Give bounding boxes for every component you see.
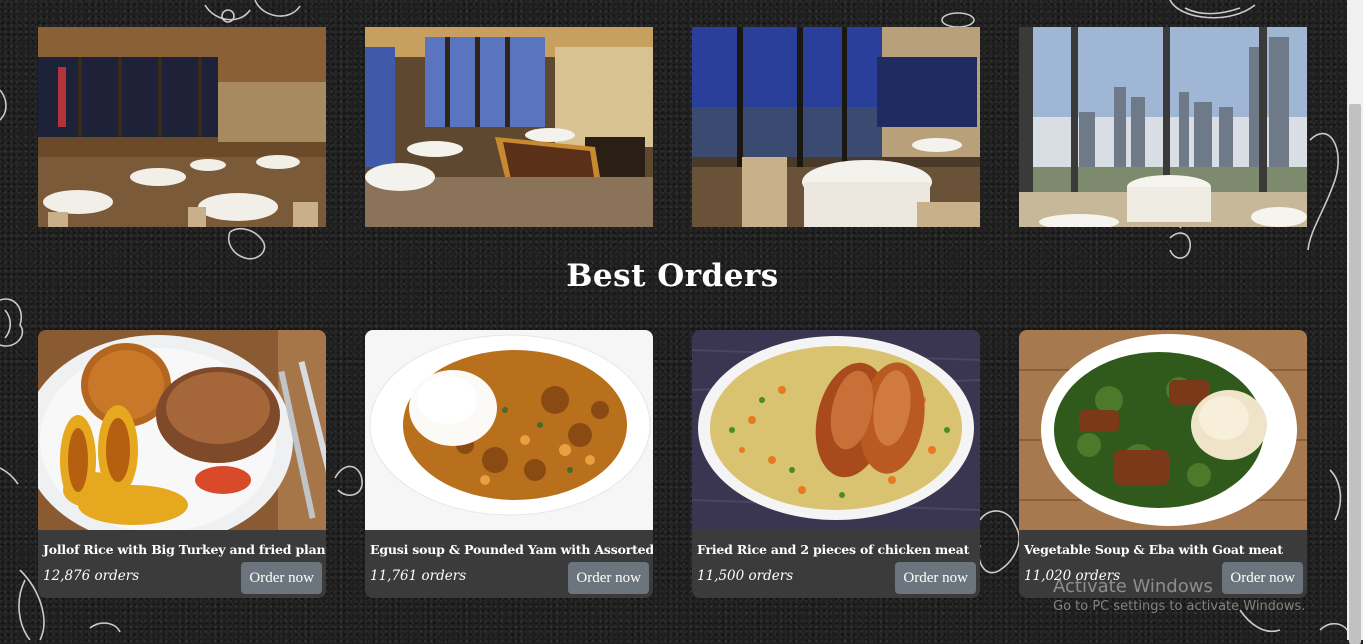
windows-activation-watermark: Activate Windows Go to PC settings to ac… — [1053, 576, 1305, 614]
vegetable-soup-photo — [1019, 330, 1307, 530]
restaurant-interior-image — [365, 27, 653, 227]
fried-rice-photo — [692, 330, 980, 530]
order-count: 11,761 orders — [370, 568, 467, 584]
order-count: 11,500 orders — [697, 568, 794, 584]
watermark-title: Activate Windows — [1053, 576, 1213, 597]
order-card: Egusi soup & Pounded Yam with Assorted 1… — [365, 330, 653, 598]
page-scrollbar[interactable] — [1347, 0, 1363, 644]
best-orders-title: Best Orders — [566, 258, 779, 294]
order-count: 12,876 orders — [43, 568, 140, 584]
order-card: Vegetable Soup & Eba with Goat meat 11,0… — [1019, 330, 1307, 598]
order-name: Jollof Rice with Big Turkey and fried pl… — [43, 542, 326, 557]
restaurant-interior-image — [692, 27, 980, 227]
order-card: Jollof Rice with Big Turkey and fried pl… — [38, 330, 326, 598]
restaurant-gallery — [38, 27, 1307, 227]
watermark-subtitle: Go to PC settings to activate Windows. — [1053, 599, 1306, 614]
restaurant-interior-image — [1019, 27, 1307, 227]
order-now-button[interactable]: Order now — [241, 562, 322, 594]
order-now-button[interactable]: Order now — [568, 562, 649, 594]
scrollbar-thumb[interactable] — [1349, 104, 1361, 644]
jollof-rice-photo — [38, 330, 326, 530]
order-name: Egusi soup & Pounded Yam with Assorted — [370, 542, 653, 557]
order-card: Fried Rice and 2 pieces of chicken meat … — [692, 330, 980, 598]
order-name: Vegetable Soup & Eba with Goat meat — [1024, 542, 1283, 557]
order-now-button[interactable]: Order now — [895, 562, 976, 594]
order-name: Fried Rice and 2 pieces of chicken meat — [697, 542, 970, 557]
restaurant-interior-image — [38, 27, 326, 227]
egusi-soup-photo — [365, 330, 653, 530]
scroll-up-arrow-icon[interactable] — [1347, 0, 1363, 14]
